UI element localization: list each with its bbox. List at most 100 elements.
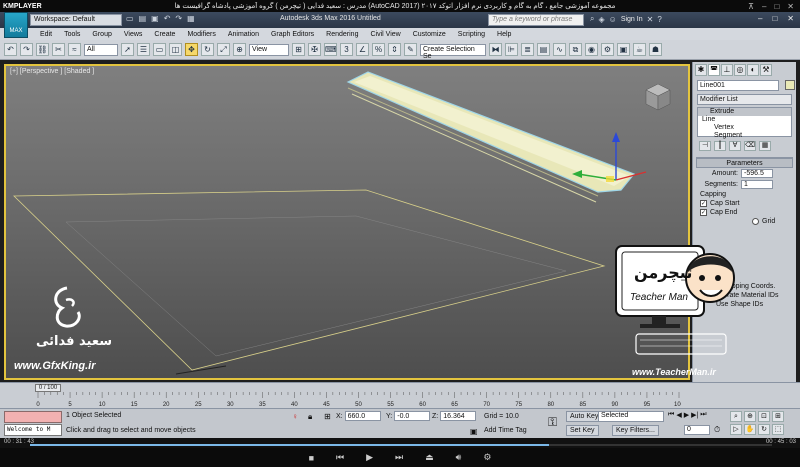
show-end-result-icon[interactable]: ║ — [714, 141, 726, 151]
time-slider-thumb[interactable]: 0 / 100 — [35, 384, 61, 392]
current-frame-field[interactable]: 0 — [684, 425, 710, 435]
minimize-icon[interactable]: – — [762, 2, 766, 11]
undo-icon[interactable]: ↶ — [164, 14, 171, 23]
play-icon[interactable]: ▶ — [366, 452, 373, 463]
unlink-icon[interactable]: ✂ — [52, 43, 65, 56]
viewcube[interactable] — [645, 83, 671, 111]
render-iterative-icon[interactable]: ☗ — [649, 43, 662, 56]
link-icon[interactable]: ⛓ — [36, 43, 49, 56]
configure-sets-icon[interactable]: ▦ — [759, 141, 771, 151]
cap-start-checkbox[interactable]: ✓ — [700, 200, 707, 207]
select-and-move-icon[interactable]: ✥ — [185, 43, 198, 56]
selection-filter-dropdown[interactable]: All — [84, 43, 118, 56]
stack-item-extrude[interactable]: Extrude — [698, 108, 791, 116]
select-and-rotate-icon[interactable]: ↻ — [201, 43, 214, 56]
volume-icon[interactable]: 🔊︎ — [456, 452, 462, 463]
rendered-frame-window-icon[interactable]: ▣ — [617, 43, 630, 56]
track-bar[interactable]: 0 5 10 15 20 25 30 35 40 45 50 55 60 65 70 75 80 85 90 95 10… — [0, 392, 800, 408]
next-icon[interactable]: ⏭ — [395, 452, 403, 463]
modifier-list-dropdown[interactable]: Modifier List — [697, 94, 792, 105]
snaps-toggle-icon[interactable]: 3 — [340, 43, 353, 56]
create-tab-icon[interactable]: ✱ — [695, 64, 707, 76]
menu-rendering[interactable]: Rendering — [320, 31, 364, 38]
pin-stack-icon[interactable]: ⊣ — [699, 141, 711, 151]
toggle-ribbon-icon[interactable]: ▤ — [537, 43, 550, 56]
mirror-icon[interactable]: ⧓ — [489, 43, 502, 56]
maximize-viewport-icon[interactable]: ⬚ — [772, 424, 784, 435]
selection-lock-icon[interactable]: 🔒︎ — [308, 412, 312, 422]
menu-graph-editors[interactable]: Graph Editors — [265, 31, 320, 38]
utilities-tab-icon[interactable]: ⚒ — [760, 64, 772, 76]
undo-icon[interactable]: ↶ — [4, 43, 17, 56]
spinner-snap-icon[interactable]: ⇕ — [388, 43, 401, 56]
project-folder-icon[interactable]: ▦ — [187, 14, 195, 23]
hierarchy-tab-icon[interactable]: ⊥ — [721, 64, 733, 76]
render-production-icon[interactable]: ☕ — [633, 43, 646, 56]
select-manipulate-icon[interactable]: ✠ — [308, 43, 321, 56]
object-name-field[interactable]: Line001 — [697, 80, 779, 91]
exchange-icon[interactable]: ✕ — [647, 15, 654, 24]
set-key-icon[interactable]: ⚿ — [548, 415, 557, 430]
coord-z-field[interactable]: 16.364 — [440, 411, 477, 421]
field-of-view-icon[interactable]: ▷ — [730, 424, 742, 435]
maxscript-mini-listener[interactable]: Welcome to M — [4, 424, 62, 436]
select-by-name-icon[interactable]: ☰ — [137, 43, 150, 56]
minimize-icon[interactable]: – — [758, 14, 762, 23]
schematic-view-icon[interactable]: ⧉ — [569, 43, 582, 56]
menu-modifiers[interactable]: Modifiers — [181, 31, 221, 38]
time-configuration-icon[interactable]: ⏱ — [714, 425, 720, 435]
amount-spinner[interactable]: -596.5 — [741, 169, 773, 178]
coord-x-field[interactable]: 660.0 — [344, 411, 381, 421]
remove-modifier-icon[interactable]: ⌫ — [744, 141, 756, 151]
parameters-rollout-header[interactable]: Parameters — [696, 158, 793, 168]
cap-end-checkbox[interactable]: ✓ — [700, 209, 707, 216]
eject-icon[interactable]: ⏏ — [425, 452, 434, 463]
go-to-start-icon[interactable]: ⏮ — [668, 411, 674, 419]
keyboard-shortcut-override-icon[interactable]: ⌨ — [324, 43, 337, 56]
sign-in-button[interactable]: Sign In — [621, 16, 643, 23]
stack-item-line[interactable]: Line — [698, 116, 791, 124]
stop-icon[interactable]: ■ — [309, 453, 314, 463]
menu-animation[interactable]: Animation — [222, 31, 265, 38]
window-crossing-icon[interactable]: ◫ — [169, 43, 182, 56]
zoom-all-icon[interactable]: ⊕ — [744, 411, 756, 422]
pan-icon[interactable]: ✋ — [744, 424, 756, 435]
stack-item-vertex[interactable]: Vertex — [698, 124, 791, 132]
menu-views[interactable]: Views — [118, 31, 149, 38]
absolute-mode-icon[interactable]: ⊞ — [324, 412, 331, 421]
max-app-button[interactable]: MAX — [4, 12, 28, 38]
pivot-center-icon[interactable]: ⊞ — [292, 43, 305, 56]
select-object-icon[interactable]: ➚ — [121, 43, 134, 56]
viewport-label[interactable]: [+] [Perspective ] [Shaded ] — [10, 68, 94, 75]
segments-spinner[interactable]: 1 — [741, 180, 773, 189]
coord-y-field[interactable]: -0.0 — [394, 411, 431, 421]
named-selection-set-dropdown[interactable]: Create Selection Se — [420, 43, 486, 60]
render-setup-icon[interactable]: ⚙ — [601, 43, 614, 56]
edit-named-selection-icon[interactable]: ✎ — [404, 43, 417, 56]
curve-editor-icon[interactable]: ∿ — [553, 43, 566, 56]
key-filters-button[interactable]: Key Filters... — [612, 425, 659, 436]
new-icon[interactable]: ▭ — [126, 14, 134, 23]
zoom-icon[interactable]: ⌕ — [730, 411, 742, 422]
redo-icon[interactable]: ↷ — [175, 14, 182, 23]
zoom-extents-icon[interactable]: ⊡ — [758, 411, 770, 422]
search-icon[interactable]: ⌕ — [590, 14, 594, 24]
previous-icon[interactable]: ⏮ — [336, 452, 344, 463]
align-icon[interactable]: ⊫ — [505, 43, 518, 56]
menu-scripting[interactable]: Scripting — [452, 31, 491, 38]
menu-customize[interactable]: Customize — [407, 31, 452, 38]
menu-tools[interactable]: Tools — [58, 31, 86, 38]
layer-explorer-icon[interactable]: ≣ — [521, 43, 534, 56]
display-tab-icon[interactable]: ◐ — [747, 64, 759, 76]
orbit-icon[interactable]: ↻ — [758, 424, 770, 435]
menu-edit[interactable]: Edit — [34, 31, 58, 38]
time-tag-icon[interactable]: ▣ — [470, 427, 478, 436]
gizmo-plane-handle[interactable] — [606, 176, 614, 182]
kmplayer-seek-bar[interactable]: 00 : 31 : 43 00 : 45 : 03 — [0, 438, 800, 448]
menu-civil-view[interactable]: Civil View — [364, 31, 406, 38]
save-icon[interactable]: ▣ — [151, 14, 159, 23]
settings-icon[interactable]: ⚙ — [483, 452, 491, 463]
bind-space-warp-icon[interactable]: ≈ — [68, 43, 81, 56]
redo-icon[interactable]: ↷ — [20, 43, 33, 56]
workspace-dropdown[interactable]: Workspace: Default — [30, 14, 122, 26]
